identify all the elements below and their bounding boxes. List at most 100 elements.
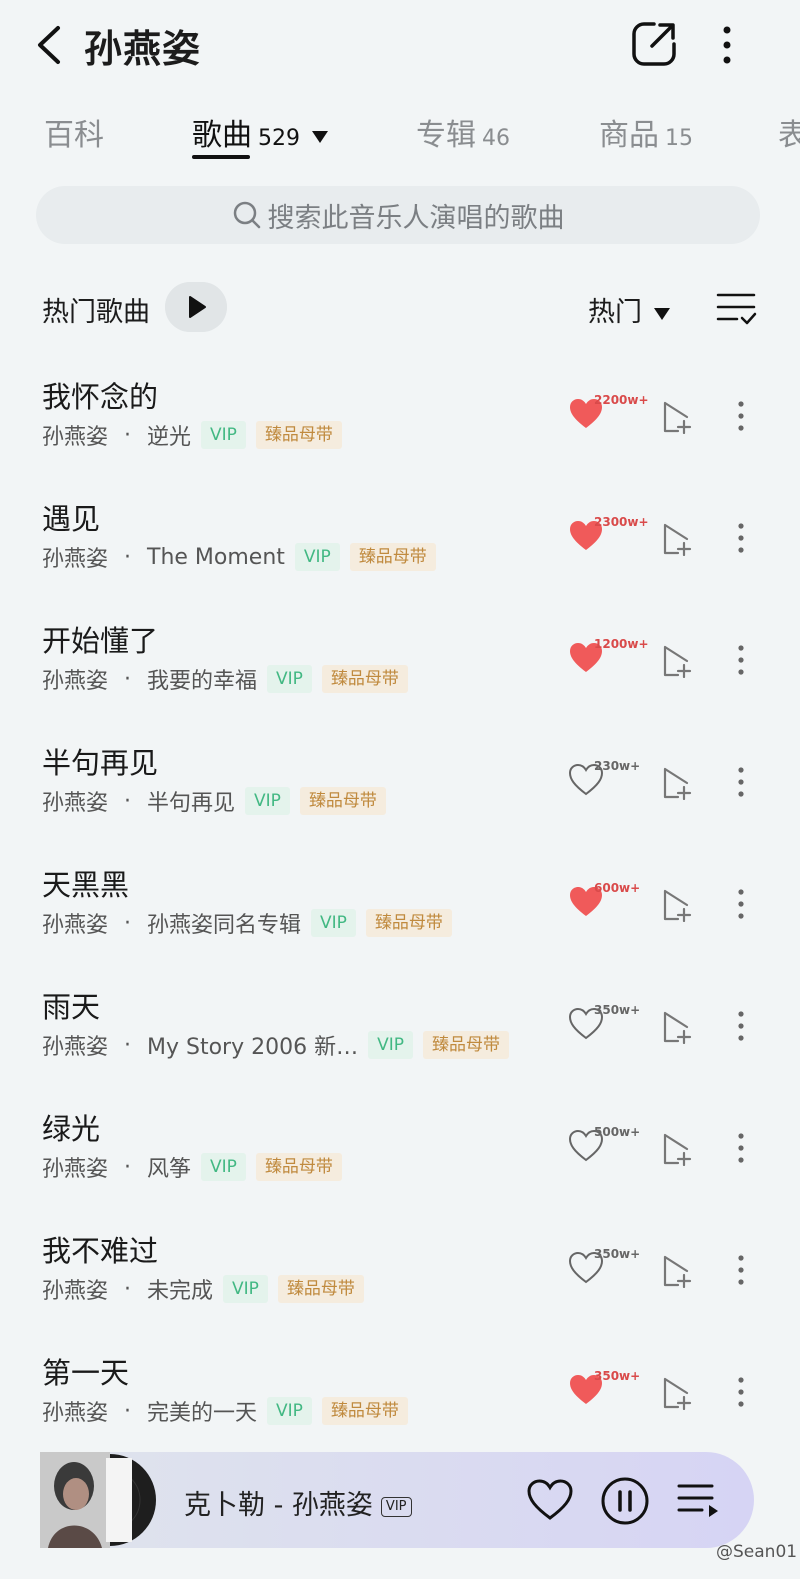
tab-encyclopedia[interactable]: 百科 <box>44 110 104 154</box>
song-artist: 孙燕姿 <box>42 1035 109 1060</box>
add-to-playlist-icon[interactable] <box>660 522 694 556</box>
add-to-playlist-icon[interactable] <box>660 1254 694 1288</box>
song-title: 第一天 <box>42 1356 130 1390</box>
vip-badge: VIP <box>368 1031 414 1059</box>
search-input[interactable]: 搜索此音乐人演唱的歌曲 <box>36 186 760 244</box>
add-to-playlist-icon[interactable] <box>660 888 694 922</box>
search-icon <box>233 201 260 229</box>
song-row[interactable]: 绿光 孙燕姿 · 风筝 VIP 臻品母带 500w+ <box>0 1094 800 1216</box>
song-meta: 孙燕姿 · 我要的幸福 VIP 臻品母带 <box>42 664 408 694</box>
song-title: 半句再见 <box>42 746 159 780</box>
song-row[interactable]: 半句再见 孙燕姿 · 半句再见 VIP 臻品母带 230w+ <box>0 728 800 850</box>
song-more-icon[interactable] <box>734 1252 748 1288</box>
tab-songs[interactable]: 歌曲 529 <box>192 110 328 154</box>
song-row[interactable]: 遇见 孙燕姿 · The Moment VIP 臻品母带 2300w+ <box>0 484 800 606</box>
song-more-icon[interactable] <box>734 642 748 678</box>
song-album: 未完成 <box>147 1279 214 1304</box>
song-row[interactable]: 雨天 孙燕姿 · My Story 2006 新… VIP 臻品母带 350w+ <box>0 972 800 1094</box>
song-album: 风筝 <box>147 1157 192 1182</box>
song-album: 我要的幸福 <box>147 669 258 694</box>
tab-partial[interactable]: 表 <box>778 110 800 154</box>
tab-count: 529 <box>258 126 300 151</box>
section-title: 热门歌曲 <box>42 297 150 328</box>
song-more-icon[interactable] <box>734 764 748 800</box>
tab-products[interactable]: 商品 15 <box>599 110 693 154</box>
vip-badge: VIP <box>245 787 290 815</box>
song-artist: 孙燕姿 <box>42 425 109 450</box>
share-icon[interactable] <box>628 18 680 70</box>
song-title: 开始懂了 <box>42 624 159 658</box>
quality-badge: 臻品母带 <box>255 1153 342 1181</box>
song-row[interactable]: 开始懂了 孙燕姿 · 我要的幸福 VIP 臻品母带 1200w+ <box>0 606 800 728</box>
top-bar: 孙燕姿 <box>0 0 800 90</box>
song-row[interactable]: 我不难过 孙燕姿 · 未完成 VIP 臻品母带 350w+ <box>0 1216 800 1338</box>
tab-label: 表 <box>778 118 800 153</box>
song-more-icon[interactable] <box>734 1374 748 1410</box>
quality-badge: 臻品母带 <box>321 1397 408 1425</box>
quality-badge: 臻品母带 <box>321 665 408 693</box>
vip-badge: VIP <box>267 665 312 693</box>
caret-down-icon <box>654 307 670 320</box>
song-more-icon[interactable] <box>734 886 748 922</box>
tab-label: 百科 <box>44 118 104 153</box>
song-meta: 孙燕姿 · My Story 2006 新… VIP 臻品母带 <box>42 1030 510 1060</box>
song-album: The Moment <box>147 544 285 570</box>
search-placeholder: 搜索此音乐人演唱的歌曲 <box>267 202 565 234</box>
quality-badge: 臻品母带 <box>277 1275 364 1303</box>
add-to-playlist-icon[interactable] <box>660 1132 694 1166</box>
song-album: 孙燕姿同名专辑 <box>147 913 302 938</box>
multi-select-icon[interactable] <box>715 288 757 328</box>
song-title: 天黑黑 <box>42 868 130 902</box>
add-to-playlist-icon[interactable] <box>660 1010 694 1044</box>
play-all-button[interactable] <box>165 282 227 332</box>
song-meta: 孙燕姿 · 半句再见 VIP 臻品母带 <box>42 786 386 816</box>
playlist-icon[interactable] <box>676 1480 720 1522</box>
vip-badge: VIP <box>201 1153 246 1181</box>
like-count: 230w+ <box>594 759 641 773</box>
page-title: 孙燕姿 <box>84 27 202 71</box>
song-more-icon[interactable] <box>734 398 748 434</box>
song-row[interactable]: 天黑黑 孙燕姿 · 孙燕姿同名专辑 VIP 臻品母带 600w+ <box>0 850 800 972</box>
song-album: 完美的一天 <box>147 1401 258 1426</box>
caret-down-icon <box>312 130 328 143</box>
song-title: 我不难过 <box>42 1234 159 1268</box>
like-count: 350w+ <box>594 1003 641 1017</box>
back-arrow-icon[interactable] <box>30 22 70 68</box>
tab-albums[interactable]: 专辑 46 <box>416 110 510 154</box>
tab-count: 46 <box>482 126 510 151</box>
song-album: 逆光 <box>147 425 192 450</box>
now-playing[interactable]: 克卜勒 - 孙燕姿 VIP <box>184 1483 412 1522</box>
song-more-icon[interactable] <box>734 1130 748 1166</box>
vip-badge: VIP <box>201 421 246 449</box>
add-to-playlist-icon[interactable] <box>660 1376 694 1410</box>
song-more-icon[interactable] <box>734 520 748 556</box>
vip-badge: VIP <box>380 1496 412 1517</box>
like-count: 1200w+ <box>594 637 649 651</box>
now-playing-title: 克卜勒 - 孙燕姿 <box>184 1490 373 1521</box>
song-title: 绿光 <box>42 1112 101 1146</box>
separator-dot: · <box>124 666 132 692</box>
vip-badge: VIP <box>223 1275 268 1303</box>
quality-badge: 臻品母带 <box>349 543 436 571</box>
add-to-playlist-icon[interactable] <box>660 644 694 678</box>
song-meta: 孙燕姿 · 完美的一天 VIP 臻品母带 <box>42 1396 408 1426</box>
song-album: My Story 2006 新… <box>147 1035 359 1060</box>
tab-label: 专辑 <box>416 118 476 153</box>
add-to-playlist-icon[interactable] <box>660 400 694 434</box>
quality-badge: 臻品母带 <box>423 1031 510 1059</box>
song-row[interactable]: 第一天 孙燕姿 · 完美的一天 VIP 臻品母带 350w+ <box>0 1338 800 1460</box>
song-title: 遇见 <box>42 502 101 536</box>
separator-dot: · <box>124 910 132 936</box>
song-title: 雨天 <box>42 990 101 1024</box>
song-row[interactable]: 我怀念的 孙燕姿 · 逆光 VIP 臻品母带 2200w+ <box>0 362 800 484</box>
vip-badge: VIP <box>294 543 340 571</box>
more-options-icon[interactable] <box>712 20 742 70</box>
pause-icon[interactable] <box>600 1476 650 1526</box>
sort-dropdown[interactable]: 热门 <box>588 290 670 329</box>
tab-label: 歌曲 <box>192 118 252 153</box>
heart-outline-icon[interactable] <box>526 1478 574 1522</box>
sort-label: 热门 <box>588 297 642 328</box>
album-cover[interactable] <box>40 1452 156 1548</box>
song-more-icon[interactable] <box>734 1008 748 1044</box>
add-to-playlist-icon[interactable] <box>660 766 694 800</box>
